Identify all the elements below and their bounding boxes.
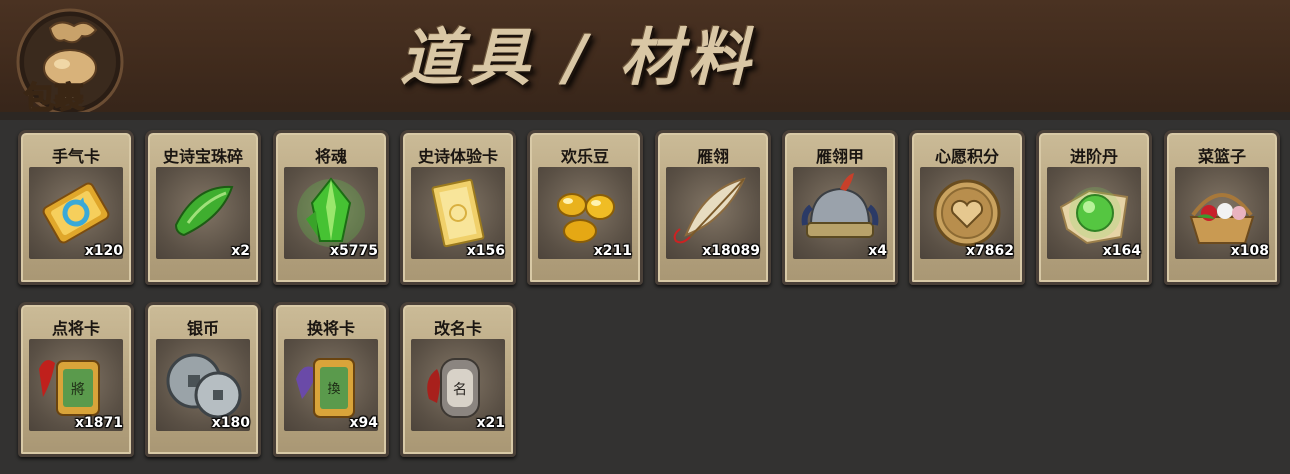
item-name: 史诗体验卡: [417, 147, 498, 166]
item-count: x7862: [966, 243, 1014, 259]
item-card-8[interactable]: 心愿积分 x7862: [909, 130, 1025, 285]
item-name: 欢乐豆: [560, 147, 609, 166]
item-count: x164: [1102, 243, 1141, 259]
svg-text:名: 名: [453, 382, 467, 398]
bag-label: 包裹: [24, 81, 84, 116]
item-card-5[interactable]: 欢乐豆 x211: [527, 130, 643, 285]
page-title: 道具 / 材料: [400, 21, 756, 94]
item-count: x120: [84, 243, 123, 259]
item-card-1[interactable]: 手气卡 x120: [18, 130, 134, 285]
item-count: x5775: [330, 243, 378, 259]
item-name: 心愿积分: [934, 147, 999, 166]
item-count: x21: [476, 415, 505, 431]
item-name: 换将卡: [306, 319, 355, 338]
item-count: x108: [1230, 243, 1269, 259]
item-card-3[interactable]: 将魂 x5775: [273, 130, 389, 285]
item-count: x1871: [75, 415, 123, 431]
item-count: x180: [211, 415, 250, 431]
item-count: x18089: [702, 243, 760, 259]
item-name: 点将卡: [51, 319, 100, 338]
item-card-4[interactable]: 史诗体验卡 x156: [400, 130, 516, 285]
item-name: 将魂: [314, 147, 347, 166]
item-card-12[interactable]: 银币 x180: [145, 302, 261, 457]
item-name: 进阶丹: [1069, 147, 1118, 166]
item-card-11[interactable]: 点将卡 將 x1871: [18, 302, 134, 457]
item-card-13[interactable]: 换将卡 換 x94: [273, 302, 389, 457]
item-card-7[interactable]: 雁翎甲 x4: [782, 130, 898, 285]
item-card-2[interactable]: 史诗宝珠碎 x2: [145, 130, 261, 285]
header-divider: [0, 112, 1290, 120]
item-name: 史诗宝珠碎: [162, 147, 243, 166]
item-name: 银币: [186, 319, 219, 338]
item-name: 改名卡: [433, 319, 482, 338]
item-name: 菜篮子: [1197, 147, 1246, 166]
item-card-6[interactable]: 雁翎 x18089: [655, 130, 771, 285]
item-name: 手气卡: [51, 147, 100, 166]
item-name: 雁翎: [696, 147, 729, 166]
item-card-10[interactable]: 菜篮子 x108: [1164, 130, 1280, 285]
svg-text:換: 換: [327, 382, 340, 397]
item-card-14[interactable]: 改名卡 名 x21: [400, 302, 516, 457]
item-count: x4: [868, 243, 887, 259]
item-count: x94: [349, 415, 378, 431]
bag-icon[interactable]: 包裹: [12, 6, 132, 116]
item-count: x2: [231, 243, 250, 259]
item-count: x211: [593, 243, 632, 259]
svg-text:將: 將: [71, 382, 85, 398]
item-name: 雁翎甲: [815, 147, 864, 166]
item-card-9[interactable]: 进阶丹 x164: [1036, 130, 1152, 285]
item-count: x156: [466, 243, 505, 259]
header-bar: 包裹 道具 / 材料: [0, 0, 1290, 120]
